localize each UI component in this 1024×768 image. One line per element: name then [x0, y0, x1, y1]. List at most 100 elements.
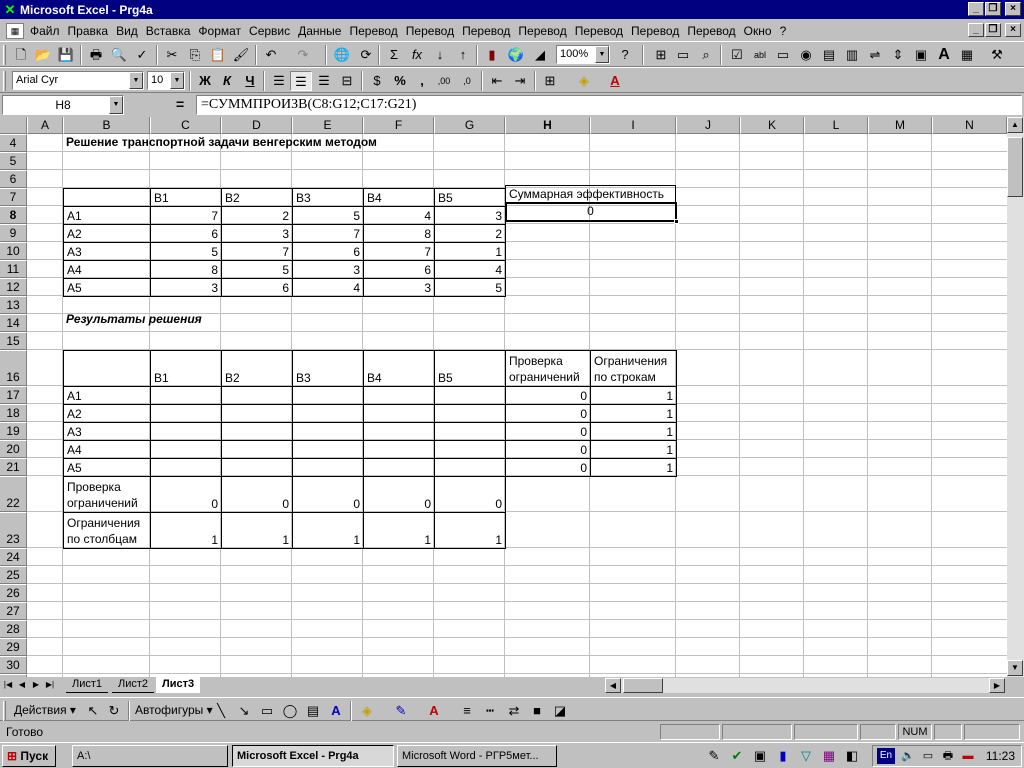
name-box[interactable]: H8 ▼	[2, 95, 124, 115]
t2-cell[interactable]	[150, 458, 222, 477]
arrow-icon[interactable]: ↘	[233, 701, 255, 721]
t2-cell[interactable]	[221, 458, 293, 477]
shadow-icon[interactable]: ■	[526, 701, 548, 721]
web-toolbar-icon[interactable]: ⟳	[355, 45, 377, 65]
3d-icon[interactable]: ◪	[549, 701, 571, 721]
t2-row-check[interactable]: 0	[505, 404, 591, 423]
zoom-picture-icon[interactable]: ⌕	[695, 45, 717, 65]
row-header-21[interactable]: 21	[0, 458, 27, 476]
tools-icon[interactable]: ⚒	[986, 45, 1008, 65]
doc-close-button[interactable]: ×	[1005, 23, 1021, 37]
t2-limit-header[interactable]: Ограничения по строкам	[590, 350, 677, 387]
t2-col-check[interactable]: 0	[292, 476, 364, 513]
row-header-12[interactable]: 12	[0, 278, 27, 296]
paste-icon[interactable]: 📋	[207, 45, 229, 65]
row-header-24[interactable]: 24	[0, 548, 27, 566]
workbook-icon[interactable]: ▦	[6, 22, 24, 39]
t1-cell[interactable]: 8	[150, 260, 222, 279]
t2-col-check[interactable]: 0	[363, 476, 435, 513]
align-left-icon[interactable]: ☰	[268, 71, 290, 91]
column-header-j[interactable]: J	[676, 117, 740, 134]
hscroll-thumb[interactable]	[623, 678, 663, 693]
textbox-control-icon[interactable]: A	[933, 45, 955, 65]
task-excel[interactable]: Microsoft Excel - Prg4a	[232, 745, 394, 767]
close-button[interactable]: ×	[1005, 2, 1021, 16]
formula-equals[interactable]: =	[176, 96, 184, 112]
row-header-26[interactable]: 26	[0, 584, 27, 602]
t2-cell[interactable]	[363, 404, 435, 423]
decrease-decimal-icon[interactable]: ,0	[456, 71, 478, 91]
t2-cell[interactable]	[292, 422, 364, 441]
maximize-button[interactable]: ❐	[985, 2, 1001, 16]
t1-cell[interactable]: 4	[292, 278, 364, 297]
printer-tray-icon[interactable]: 🖶	[937, 746, 959, 766]
row-header-20[interactable]: 20	[0, 440, 27, 458]
quicklaunch-icon-4[interactable]: ▮	[772, 746, 794, 766]
comma-style-icon[interactable]: ,	[411, 71, 433, 91]
increase-decimal-icon[interactable]: ,00	[433, 71, 455, 91]
menu-file[interactable]: Файл	[26, 24, 64, 38]
task-drive-a[interactable]: A:\	[72, 745, 228, 767]
menu-translate-7[interactable]: Перевод	[683, 24, 739, 38]
office-assistant-icon[interactable]: ?	[614, 45, 636, 65]
menu-edit[interactable]: Правка	[64, 24, 113, 38]
spelling-icon[interactable]: ✓	[131, 45, 153, 65]
t2-row-limit[interactable]: 1	[590, 404, 677, 423]
menu-translate-3[interactable]: Перевод	[458, 24, 514, 38]
column-header-k[interactable]: K	[740, 117, 804, 134]
oval-icon[interactable]: ◯	[279, 701, 301, 721]
t2-cell[interactable]	[434, 404, 506, 423]
t2-header-b5[interactable]: B5	[434, 350, 506, 387]
spinner-control-icon[interactable]: ⇕	[887, 45, 909, 65]
row-header-13[interactable]: 13	[0, 296, 27, 314]
t1-cell[interactable]: 2	[434, 224, 506, 243]
menu-translate-5[interactable]: Перевод	[571, 24, 627, 38]
wordart-icon[interactable]: A	[325, 701, 347, 721]
t1-cell[interactable]: 3	[292, 260, 364, 279]
function-icon[interactable]: fx	[406, 45, 428, 65]
align-center-icon[interactable]: ☰	[290, 71, 312, 91]
row-header-19[interactable]: 19	[0, 422, 27, 440]
font-name-select[interactable]: Arial Cyr ▼	[12, 71, 144, 90]
sort-desc-icon[interactable]: ↑	[452, 45, 474, 65]
tray-app-icon[interactable]: ▬	[957, 746, 979, 766]
row-header-17[interactable]: 17	[0, 386, 27, 404]
picture-icon[interactable]: ▭	[672, 45, 694, 65]
t2-col-limit[interactable]: 1	[150, 512, 222, 549]
column-header-g[interactable]: G	[434, 117, 505, 134]
t1-row-label-a4[interactable]: A4	[63, 260, 151, 279]
t2-row-label-a4[interactable]: A4	[63, 440, 151, 459]
t2-col-limit[interactable]: 1	[434, 512, 506, 549]
t2-row-label-a2[interactable]: A2	[63, 404, 151, 423]
menu-translate-1[interactable]: Перевод	[345, 24, 401, 38]
t2-cell[interactable]	[150, 440, 222, 459]
t1-cell[interactable]: 6	[363, 260, 435, 279]
volume-icon[interactable]: 🔈	[897, 746, 919, 766]
zoom-select[interactable]: 100% ▼	[556, 45, 610, 64]
column-header-h[interactable]: H	[505, 117, 590, 134]
column-header-m[interactable]: M	[868, 117, 932, 134]
first-sheet-icon[interactable]: |◀	[2, 678, 14, 692]
t2-header-b4[interactable]: B4	[363, 350, 435, 387]
row-header-30[interactable]: 30	[0, 656, 27, 674]
copy-icon[interactable]: ⎘	[184, 45, 206, 65]
tab-sheet1[interactable]: Лист1	[66, 677, 109, 693]
t1-cell[interactable]: 7	[292, 224, 364, 243]
t2-cell[interactable]	[363, 458, 435, 477]
column-header-f[interactable]: F	[363, 117, 434, 134]
next-sheet-icon[interactable]: ▶	[30, 678, 42, 692]
listbox-control-icon[interactable]: ▤	[818, 45, 840, 65]
column-header-n[interactable]: N	[932, 117, 1007, 134]
t2-col-check[interactable]: 0	[221, 476, 293, 513]
undo-icon[interactable]: ↶	[260, 45, 282, 65]
minimize-button[interactable]: _	[968, 2, 984, 16]
scroll-thumb[interactable]	[1007, 137, 1023, 197]
horizontal-scrollbar[interactable]: ◀ ▶	[605, 678, 1005, 693]
row-header-16[interactable]: 16	[0, 350, 27, 386]
arrow-style-icon[interactable]: ⇄	[503, 701, 525, 721]
column-header-e[interactable]: E	[292, 117, 363, 134]
worksheet-grid[interactable]: ABCDEFGHIJKLMN 4 5 6 7 8 9 10 11 12 13 14 15 16 17 18 1…	[0, 117, 1007, 677]
autosum-icon[interactable]: Σ	[383, 45, 405, 65]
row-header-25[interactable]: 25	[0, 566, 27, 584]
t1-header-b5[interactable]: B5	[434, 188, 506, 207]
